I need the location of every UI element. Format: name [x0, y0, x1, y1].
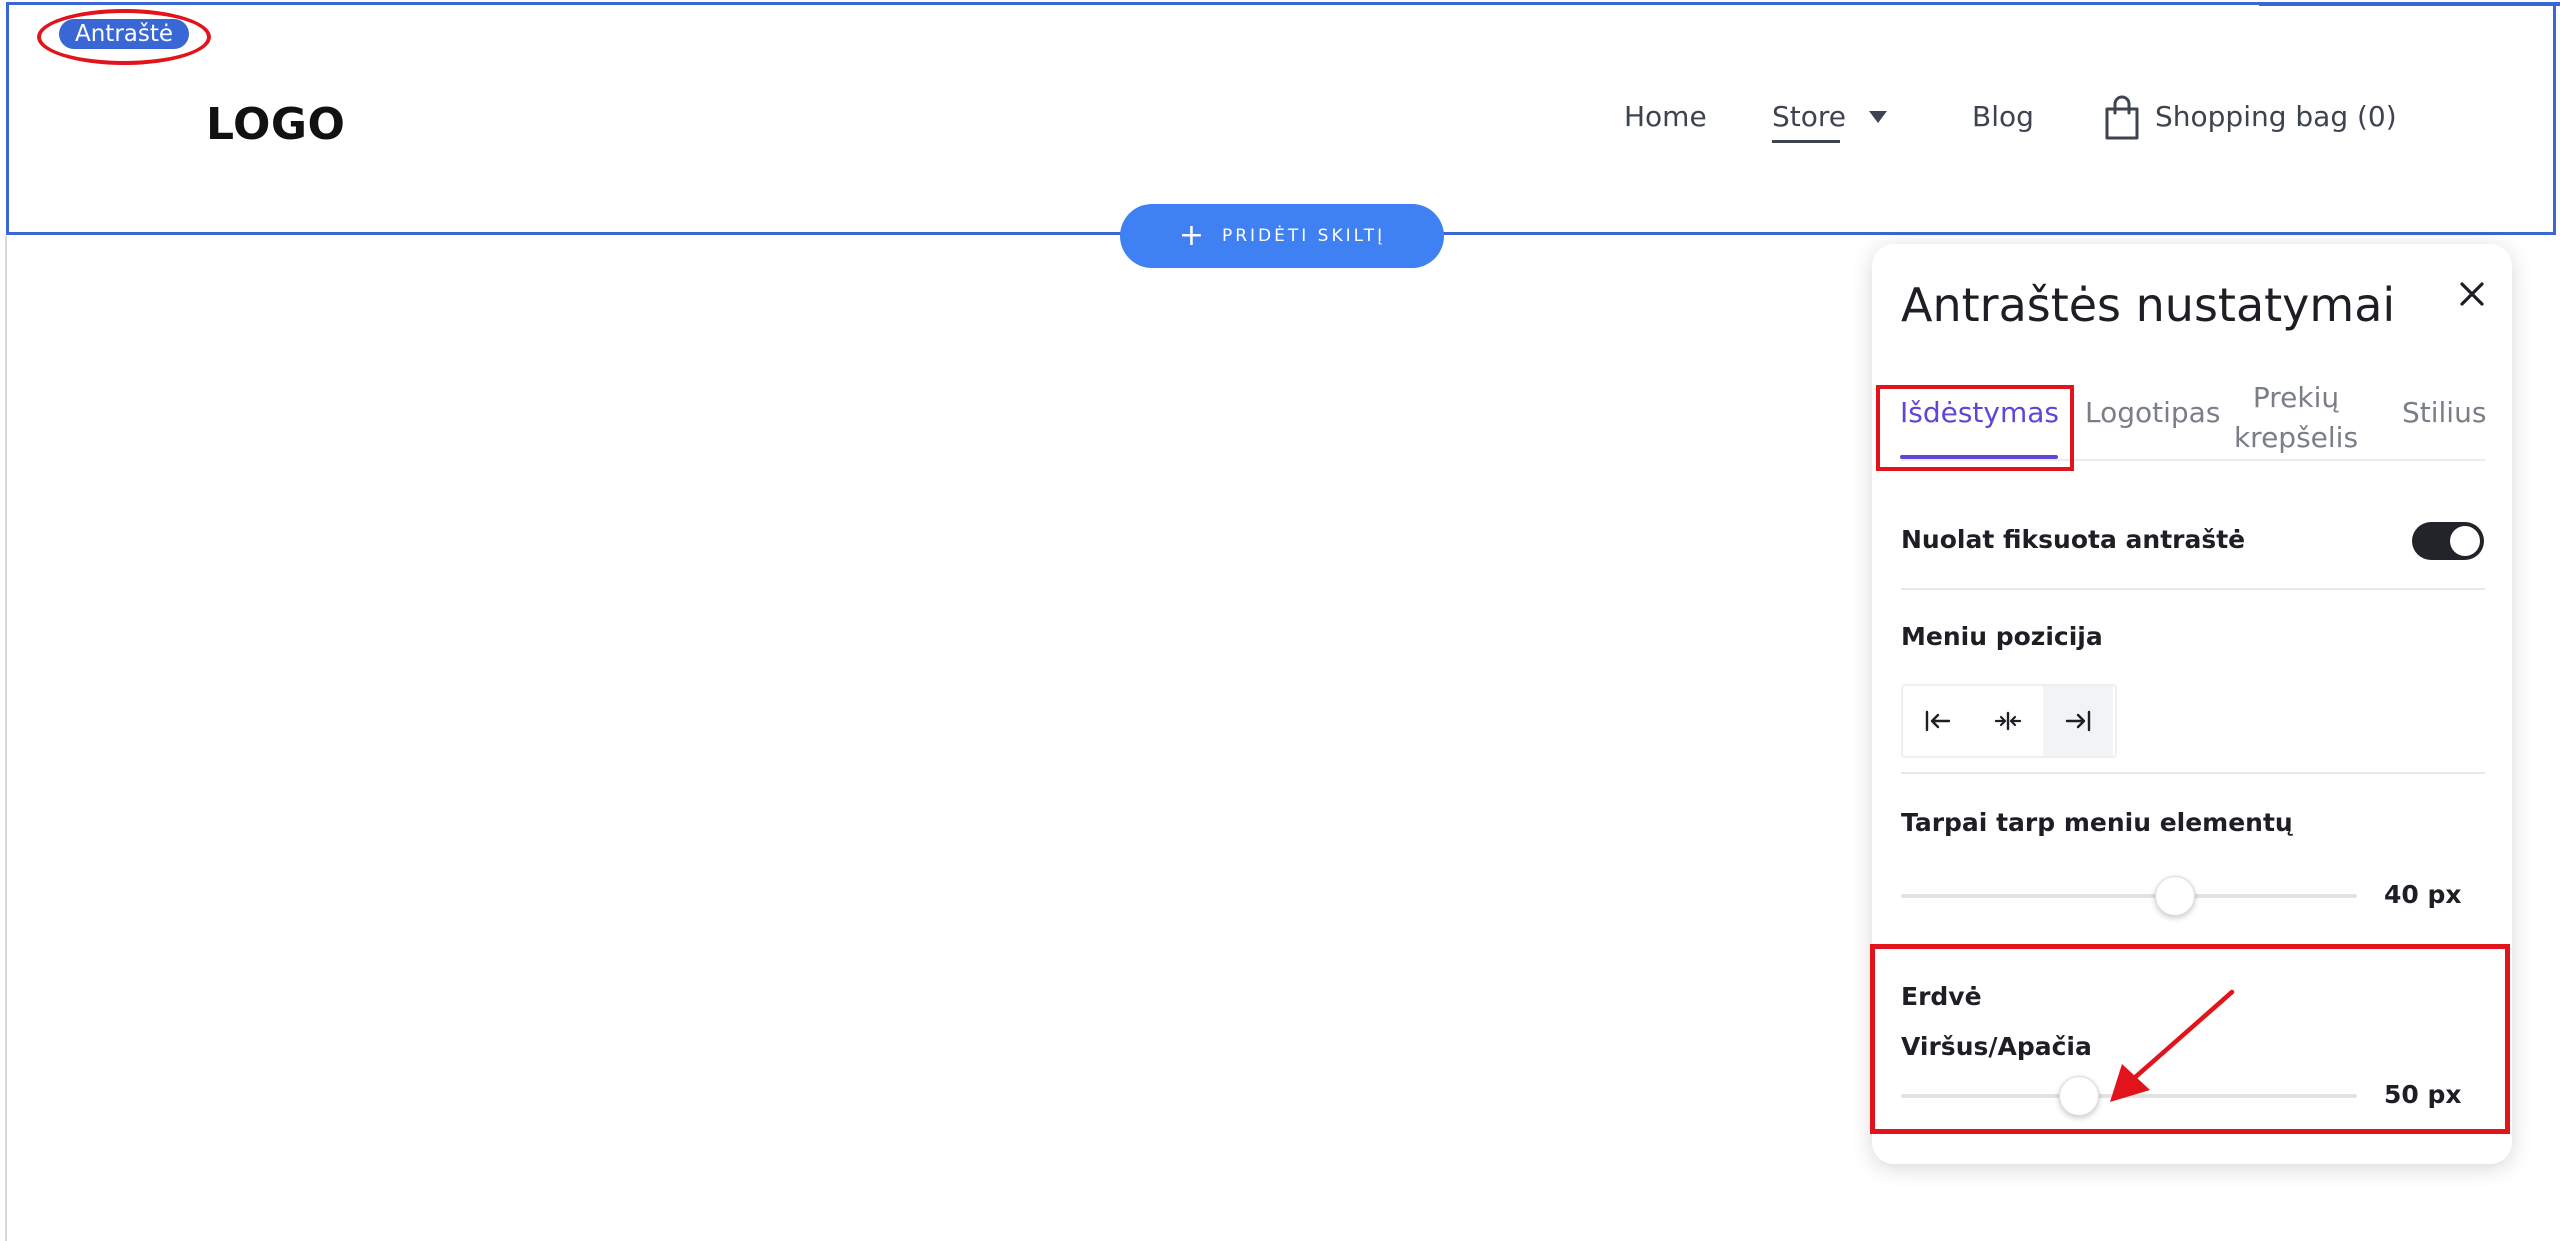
toggle-knob — [2450, 526, 2480, 556]
close-icon[interactable] — [2454, 276, 2490, 312]
annotation-arrow — [2110, 989, 2235, 1102]
tab-logo[interactable]: Logotipas — [2085, 396, 2220, 429]
annotation-box-tab — [1876, 385, 2074, 471]
nav-shopping-bag-link[interactable]: Shopping bag (0) — [2155, 100, 2397, 133]
menu-spacing-value: 40 px — [2384, 880, 2462, 909]
menu-spacing-slider-handle[interactable] — [2154, 876, 2195, 916]
add-section-label: PRIDĖTI SKILTĮ — [1221, 226, 1386, 246]
nav-store-link[interactable]: Store — [1772, 100, 1846, 133]
header-top-accent — [2259, 2, 2560, 6]
align-right-icon — [2065, 710, 2091, 732]
nav-store-underline — [1772, 140, 1840, 143]
chevron-down-icon[interactable] — [1869, 111, 1887, 123]
header-settings-panel: Antraštės nustatymai Išdėstymas Logotipa… — [1870, 244, 2512, 1164]
canvas-left-edge — [5, 236, 7, 1241]
shopping-bag-icon[interactable] — [2104, 95, 2140, 141]
align-right-button[interactable] — [2043, 686, 2113, 756]
align-left-icon — [1925, 710, 1951, 732]
add-section-button[interactable]: + PRIDĖTI SKILTĮ — [1120, 204, 1444, 268]
menu-spacing-slider-track[interactable] — [1901, 894, 2357, 898]
section-badge[interactable]: Antraštė — [59, 19, 190, 49]
site-logo[interactable]: LOGO — [206, 99, 345, 150]
menu-position-label: Meniu pozicija — [1901, 622, 2103, 651]
tab-cart[interactable]: Prekių krepšelis — [2224, 378, 2368, 458]
fixed-header-toggle[interactable] — [2412, 522, 2484, 560]
panel-title: Antraštės nustatymai — [1901, 278, 2396, 332]
plus-icon: + — [1178, 218, 1204, 253]
align-center-icon — [1994, 711, 2022, 731]
align-center-button[interactable] — [1973, 686, 2043, 756]
nav-home-link[interactable]: Home — [1624, 100, 1707, 133]
divider — [1901, 588, 2485, 590]
menu-position-group — [1901, 684, 2117, 758]
divider — [1901, 772, 2485, 774]
nav-blog-link[interactable]: Blog — [1972, 100, 2034, 133]
tab-style[interactable]: Stilius — [2402, 396, 2486, 429]
align-left-button[interactable] — [1903, 686, 1973, 756]
menu-spacing-label: Tarpai tarp meniu elementų — [1901, 808, 2293, 837]
fixed-header-label: Nuolat fiksuota antraštė — [1901, 525, 2246, 554]
